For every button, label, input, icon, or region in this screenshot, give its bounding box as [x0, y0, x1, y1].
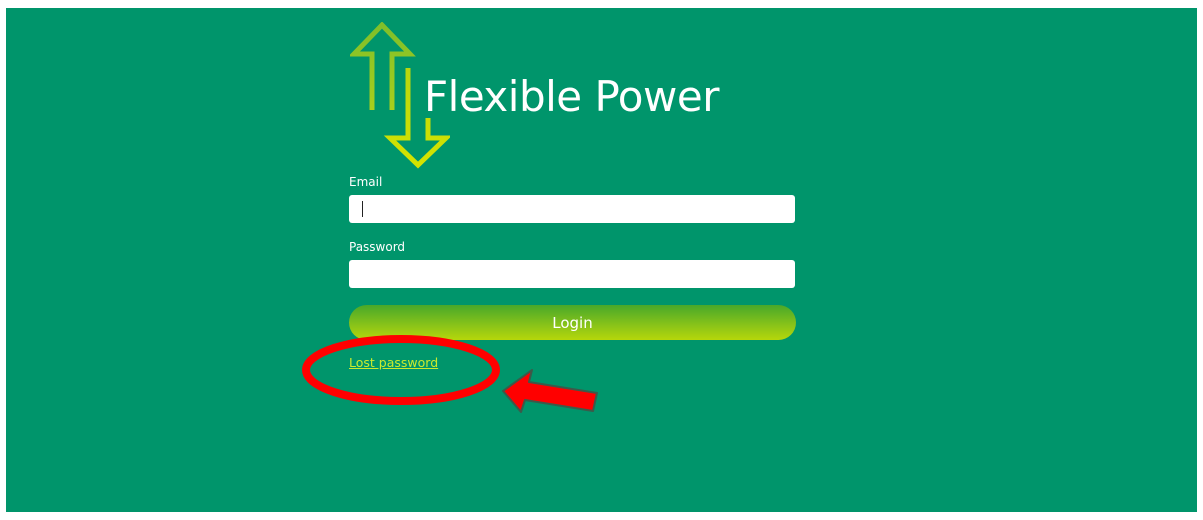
lost-password-link[interactable]: Lost password: [349, 355, 438, 370]
email-field[interactable]: [349, 195, 795, 223]
password-label: Password: [349, 240, 406, 254]
password-field[interactable]: [349, 260, 795, 288]
email-label: Email: [349, 175, 383, 189]
text-caret: [362, 201, 363, 217]
brand-title: Flexible Power: [424, 72, 719, 121]
login-button[interactable]: Login: [349, 305, 796, 340]
